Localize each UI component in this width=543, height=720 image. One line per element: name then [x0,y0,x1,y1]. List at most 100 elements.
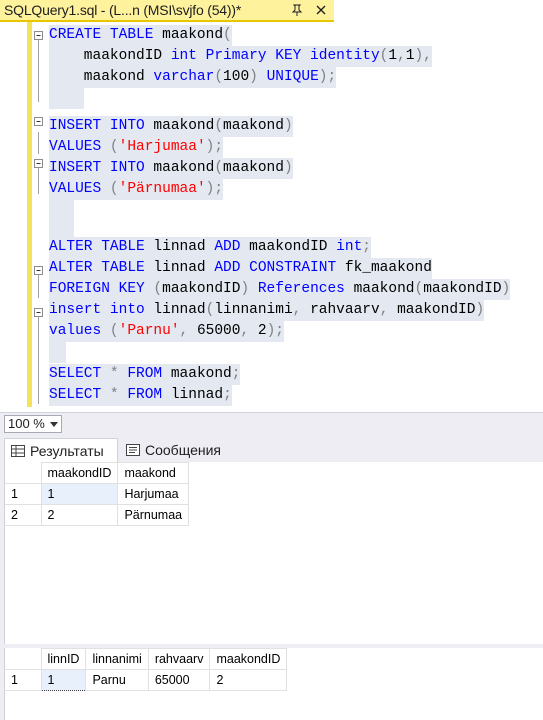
results-table-linnad[interactable]: linnID linnanimi rahvaarv maakondID 1 1 Parnu 6… [5,648,288,691]
code-token: linnad [170,387,224,403]
code-line[interactable]: insert into linnad(linnanimi, rahvaarv, … [49,300,485,321]
code-token: ALTER TABLE [49,260,154,276]
code-line[interactable]: SELECT * FROM maakond; [49,364,241,385]
row-number[interactable]: 1 [5,483,42,505]
code-token: ADD [214,239,250,255]
pin-icon[interactable] [290,3,304,17]
code-line[interactable] [49,342,67,363]
messages-icon [126,444,140,456]
tab-messages-label: Сообщения [145,442,221,458]
sql-editor[interactable]: CREATE TABLE maakond( maakondID int Prim… [0,22,543,412]
tab-messages[interactable]: Сообщения [120,438,230,462]
code-token: insert into [49,302,154,318]
code-line[interactable] [49,200,75,221]
document-tab[interactable]: SQLQuery1.sql - (L...n (MSI\svjfo (54))* [0,0,334,22]
editor-gutter [0,22,28,412]
code-token: References [257,281,354,297]
code-token: values [49,323,110,339]
code-token: FROM [127,387,171,403]
table-row[interactable]: 1 1 Parnu 65000 2 [5,669,288,691]
code-line[interactable]: CREATE TABLE maakond( [49,25,232,46]
close-icon[interactable] [314,3,328,17]
chevron-down-icon[interactable] [50,422,58,427]
grid-corner[interactable] [5,462,42,484]
code-token: SELECT [49,387,110,403]
code-token: 2 [257,323,267,339]
code-line[interactable]: FOREIGN KEY (maakondID) References maako… [49,279,511,300]
row-number[interactable]: 1 [5,669,42,691]
results-grid-1[interactable]: maakondID maakond 1 1 Harjumaa 2 2 Pärnumaa [4,462,543,644]
row-number[interactable]: 2 [5,504,42,526]
code-token: 'Pärnumaa' [118,181,206,197]
code-line[interactable]: INSERT INTO maakond(maakond) [49,116,293,137]
results-table-maakond[interactable]: maakondID maakond 1 1 Harjumaa 2 2 Pärnumaa [5,462,190,526]
result-tabs: Результаты Сообщения [0,434,543,462]
column-header[interactable]: linnID [40,648,87,670]
code-token: maakondID [49,48,171,64]
table-cell[interactable]: Harjumaa [117,483,190,505]
table-cell[interactable]: Parnu [85,669,149,691]
table-cell[interactable]: 2 [40,504,119,526]
table-cell[interactable]: Pärnumaa [117,504,190,526]
code-line[interactable]: INSERT INTO maakond(maakond) [49,158,293,179]
code-line[interactable]: VALUES ('Harjumaa'); [49,137,224,158]
table-row[interactable]: 1 1 Harjumaa [5,483,190,505]
zoom-select[interactable]: 100 % [4,415,62,433]
code-token: , [240,323,258,339]
code-token: rahvaarv [310,302,380,318]
code-token: VALUES [49,181,110,197]
code-token: maakond [162,27,224,43]
table-row[interactable]: 2 2 Pärnumaa [5,504,190,526]
code-line[interactable]: ALTER TABLE linnad ADD maakondID int; [49,237,371,258]
column-header[interactable]: rahvaarv [147,648,211,670]
code-token: 1 [388,48,398,64]
code-token: maakond [153,118,215,134]
code-line[interactable]: maakond varchar(100) UNIQUE); [49,67,337,88]
results-grid-2[interactable]: linnID linnanimi rahvaarv maakondID 1 1 Parnu 6… [4,648,543,720]
code-token: ( [223,27,232,43]
code-line[interactable]: SELECT * FROM linnad; [49,385,232,406]
code-token: maakondID [162,281,241,297]
zoom-value: 100 % [8,416,45,431]
table-cell[interactable]: 1 [40,483,119,505]
table-cell[interactable]: 2 [209,669,288,691]
code-token: 100 [223,69,250,85]
code-token: maakond [153,160,215,176]
code-token: ( [153,281,163,297]
column-header[interactable]: maakondID [40,462,119,484]
code-token: linnanimi [214,302,293,318]
zoom-bar: 100 % [0,412,543,434]
code-token: maakond [49,69,154,85]
column-header[interactable]: linnanimi [85,648,149,670]
code-token: CREATE TABLE [49,27,163,43]
code-line[interactable] [49,88,84,109]
code-token: , [397,48,406,64]
table-cell[interactable]: 65000 [147,669,211,691]
code-token: maakond [223,118,284,134]
code-line[interactable]: VALUES ('Pärnumaa'); [49,179,224,200]
code-token: ; [223,387,232,403]
code-token: , [379,302,398,318]
header-row: linnID linnanimi rahvaarv maakondID [5,648,288,670]
column-header[interactable]: maakondID [209,648,288,670]
table-cell[interactable]: 1 [40,669,87,691]
document-tab-bar: SQLQuery1.sql - (L...n (MSI\svjfo (54))* [0,0,543,22]
code-token: ) [240,281,258,297]
code-token: Primary KEY identity [205,48,380,64]
code-line[interactable]: ALTER TABLE linnad ADD CONSTRAINT fk_maa… [49,258,432,279]
code-token: ( [214,160,224,176]
code-line[interactable]: maakondID int Primary KEY identity(1,1), [49,46,432,67]
code-token: ; [362,239,371,255]
tab-results[interactable]: Результаты [4,438,118,462]
code-token: UNIQUE [266,69,319,85]
code-token: ( [414,281,424,297]
grid-corner[interactable] [5,648,42,670]
code-token: ), [414,48,432,64]
code-token: ( [214,118,224,134]
code-token: maakond [353,281,415,297]
code-token: ( [214,69,224,85]
code-line[interactable]: values ('Parnu', 65000, 2); [49,321,284,342]
column-header[interactable]: maakond [117,462,190,484]
code-token: linnad [153,302,206,318]
